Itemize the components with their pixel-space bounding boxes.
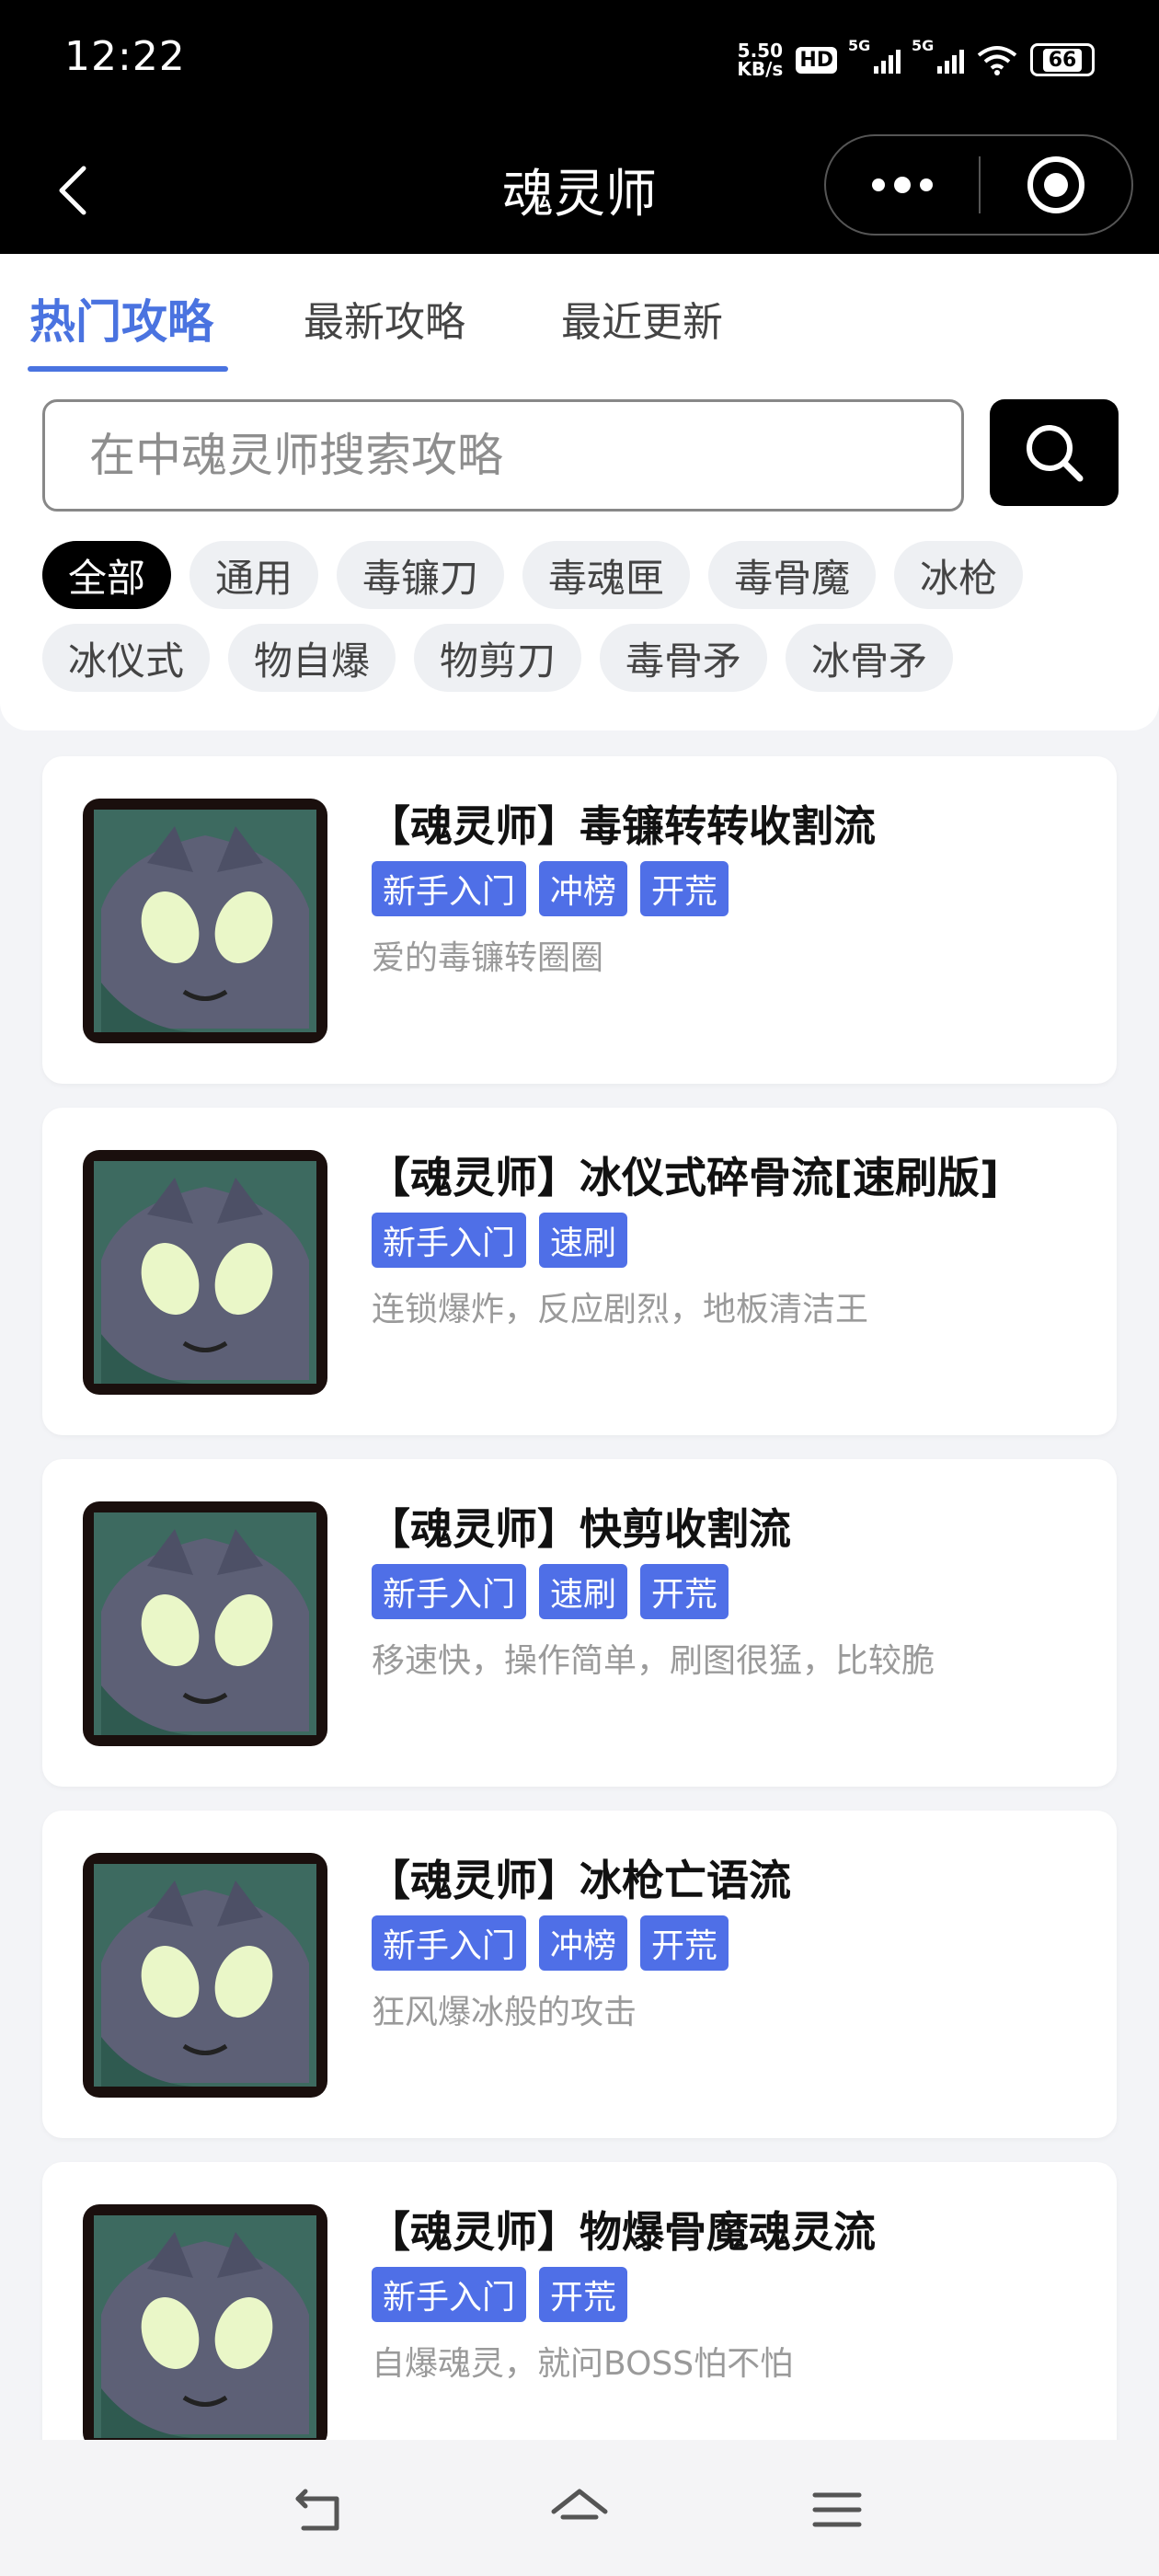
guide-thumbnail bbox=[83, 2204, 327, 2449]
filter-chip[interactable]: 毒魂匣 bbox=[522, 541, 691, 609]
filter-chip[interactable]: 物剪刀 bbox=[414, 624, 582, 692]
filter-chip[interactable]: 冰骨矛 bbox=[786, 624, 954, 692]
search-input[interactable] bbox=[42, 399, 964, 512]
character-avatar-icon bbox=[94, 1512, 316, 1735]
filter-chip-row: 全部 通用 毒镰刀 毒魂匣 毒骨魔 冰枪 bbox=[42, 541, 1024, 609]
status-icons: 5.50 KB/s HD 5G 5G 66 bbox=[737, 37, 1095, 83]
more-dots-icon bbox=[872, 178, 885, 191]
filter-chip[interactable]: 毒骨魔 bbox=[708, 541, 877, 609]
guide-description: 连锁爆炸，反应剧烈，地板清洁王 bbox=[372, 1291, 869, 1328]
guide-tag: 新手入门 bbox=[372, 1213, 527, 1268]
guide-tags: 新手入门 冲榜 开荒 bbox=[372, 1915, 729, 1971]
nav-menu-button[interactable] bbox=[800, 2473, 874, 2547]
guide-description: 自爆魂灵，就问BOSS怕不怕 bbox=[372, 2345, 794, 2383]
guide-tag: 开荒 bbox=[640, 861, 729, 916]
status-time: 12:22 bbox=[64, 33, 186, 80]
active-tab-indicator bbox=[28, 366, 228, 372]
guide-tag: 开荒 bbox=[640, 1915, 729, 1971]
net-speed-unit: KB/s bbox=[737, 58, 784, 80]
guide-thumbnail bbox=[83, 1853, 327, 2098]
character-avatar-icon bbox=[94, 2215, 316, 2438]
guide-title: 【魂灵师】冰仪式碎骨流[速刷版] bbox=[368, 1153, 1000, 1202]
target-circle-icon bbox=[1027, 156, 1084, 213]
character-avatar-icon bbox=[94, 1161, 316, 1384]
character-avatar-icon bbox=[94, 1864, 316, 2087]
guide-tag: 新手入门 bbox=[372, 2267, 527, 2322]
system-nav-bar bbox=[0, 2440, 1159, 2576]
filter-chip[interactable]: 物自爆 bbox=[228, 624, 396, 692]
menu-icon bbox=[812, 2492, 862, 2527]
net-speed-value: 5.50 bbox=[737, 40, 784, 62]
search-button[interactable] bbox=[990, 399, 1119, 506]
filter-chip[interactable]: 冰枪 bbox=[894, 541, 1024, 609]
filter-chip[interactable]: 冰仪式 bbox=[42, 624, 211, 692]
guide-card[interactable]: 【魂灵师】快剪收割流 新手入门 速刷 开荒 移速快，操作简单，刷图很猛，比较脆 bbox=[42, 1459, 1117, 1787]
guide-card[interactable]: 【魂灵师】冰枪亡语流 新手入门 冲榜 开荒 狂风爆冰般的攻击 bbox=[42, 1811, 1117, 2138]
back-arrow-icon bbox=[295, 2489, 339, 2531]
battery-level: 66 bbox=[1042, 48, 1083, 72]
guide-card[interactable]: 【魂灵师】毒镰转转收割流 新手入门 冲榜 开荒 爱的毒镰转圈圈 bbox=[42, 756, 1117, 1084]
signal-icon: 5G bbox=[848, 37, 901, 74]
guide-description: 爱的毒镰转圈圈 bbox=[372, 939, 604, 977]
guide-title: 【魂灵师】物爆骨魔魂灵流 bbox=[368, 2207, 876, 2257]
guide-title: 【魂灵师】快剪收割流 bbox=[368, 1504, 791, 1554]
guide-tag: 新手入门 bbox=[372, 1564, 527, 1619]
guide-tag: 冲榜 bbox=[539, 1915, 628, 1971]
guide-thumbnail bbox=[83, 799, 327, 1043]
guide-tag: 冲榜 bbox=[539, 861, 628, 916]
guide-tags: 新手入门 开荒 bbox=[372, 2267, 628, 2322]
close-button[interactable] bbox=[981, 136, 1131, 234]
filter-chip[interactable]: 毒镰刀 bbox=[337, 541, 505, 609]
guide-card[interactable]: 【魂灵师】冰仪式碎骨流[速刷版] 新手入门 速刷 连锁爆炸，反应剧烈，地板清洁王 bbox=[42, 1108, 1117, 1435]
signal-icon: 5G bbox=[912, 37, 964, 74]
filter-chip[interactable]: 通用 bbox=[189, 541, 319, 609]
hd-icon: HD bbox=[796, 46, 837, 74]
nav-home-button[interactable] bbox=[543, 2473, 616, 2547]
guide-description: 移速快，操作简单，刷图很猛，比较脆 bbox=[372, 1642, 935, 1680]
guide-tags: 新手入门 冲榜 开荒 bbox=[372, 861, 729, 916]
guide-tag: 新手入门 bbox=[372, 861, 527, 916]
filter-chip-row: 冰仪式 物自爆 物剪刀 毒骨矛 冰骨矛 bbox=[42, 624, 954, 692]
guide-thumbnail bbox=[83, 1501, 327, 1746]
guide-title: 【魂灵师】冰枪亡语流 bbox=[368, 1856, 791, 1905]
signal-label: 5G bbox=[912, 37, 935, 54]
character-avatar-icon bbox=[94, 810, 316, 1032]
guide-tag: 新手入门 bbox=[372, 1915, 527, 1971]
battery-icon: 66 bbox=[1030, 43, 1095, 76]
guide-tag: 开荒 bbox=[539, 2267, 628, 2322]
filter-chip-all[interactable]: 全部 bbox=[42, 541, 172, 609]
guide-tag: 速刷 bbox=[539, 1213, 628, 1268]
more-button[interactable] bbox=[826, 136, 979, 234]
guide-title: 【魂灵师】毒镰转转收割流 bbox=[368, 801, 876, 851]
wifi-icon bbox=[977, 46, 1017, 75]
tab-bar: 热门攻略 最新攻略 最近更新 bbox=[0, 254, 1159, 377]
guide-tags: 新手入门 速刷 开荒 bbox=[372, 1564, 729, 1619]
guide-tag: 开荒 bbox=[640, 1564, 729, 1619]
guide-tags: 新手入门 速刷 bbox=[372, 1213, 628, 1268]
guide-thumbnail bbox=[83, 1150, 327, 1395]
status-bar: 12:22 5.50 KB/s HD 5G 5G 66 bbox=[0, 0, 1159, 129]
tab-hot-guides[interactable]: 热门攻略 bbox=[29, 285, 213, 351]
nav-back-button[interactable] bbox=[285, 2473, 359, 2547]
mini-program-capsule bbox=[824, 134, 1133, 236]
search-icon bbox=[1027, 425, 1084, 482]
filter-panel: 全部 通用 毒镰刀 毒魂匣 毒骨魔 冰枪 冰仪式 物自爆 物剪刀 毒骨矛 冰骨矛 bbox=[0, 377, 1159, 730]
tab-latest-guides[interactable]: 最新攻略 bbox=[304, 289, 465, 348]
filter-chip[interactable]: 毒骨矛 bbox=[600, 624, 768, 692]
app-header: 魂灵师 bbox=[0, 129, 1159, 254]
tab-recent-updates[interactable]: 最近更新 bbox=[561, 289, 723, 348]
signal-label: 5G bbox=[848, 37, 871, 54]
guide-description: 狂风爆冰般的攻击 bbox=[372, 1994, 637, 2031]
net-speed: 5.50 KB/s bbox=[737, 41, 783, 78]
guide-tag: 速刷 bbox=[539, 1564, 628, 1619]
home-icon bbox=[551, 2489, 608, 2520]
